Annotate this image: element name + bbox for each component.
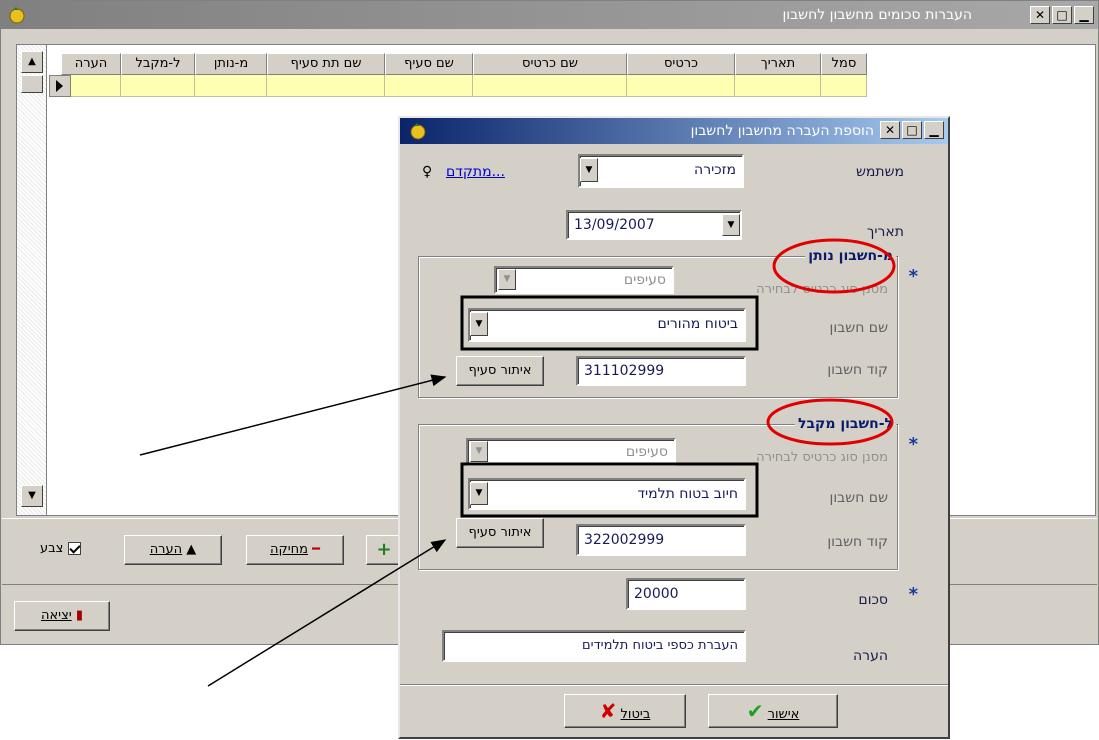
annotation-box-to (460, 462, 759, 518)
annotation-arrow-to (207, 539, 447, 687)
annotation-ellipse-from (772, 238, 896, 294)
annotation-overlay (139, 238, 896, 687)
annotation-box-from (460, 295, 759, 351)
annotation-ellipse-to (766, 398, 894, 446)
annotation-arrow-from (139, 374, 447, 456)
